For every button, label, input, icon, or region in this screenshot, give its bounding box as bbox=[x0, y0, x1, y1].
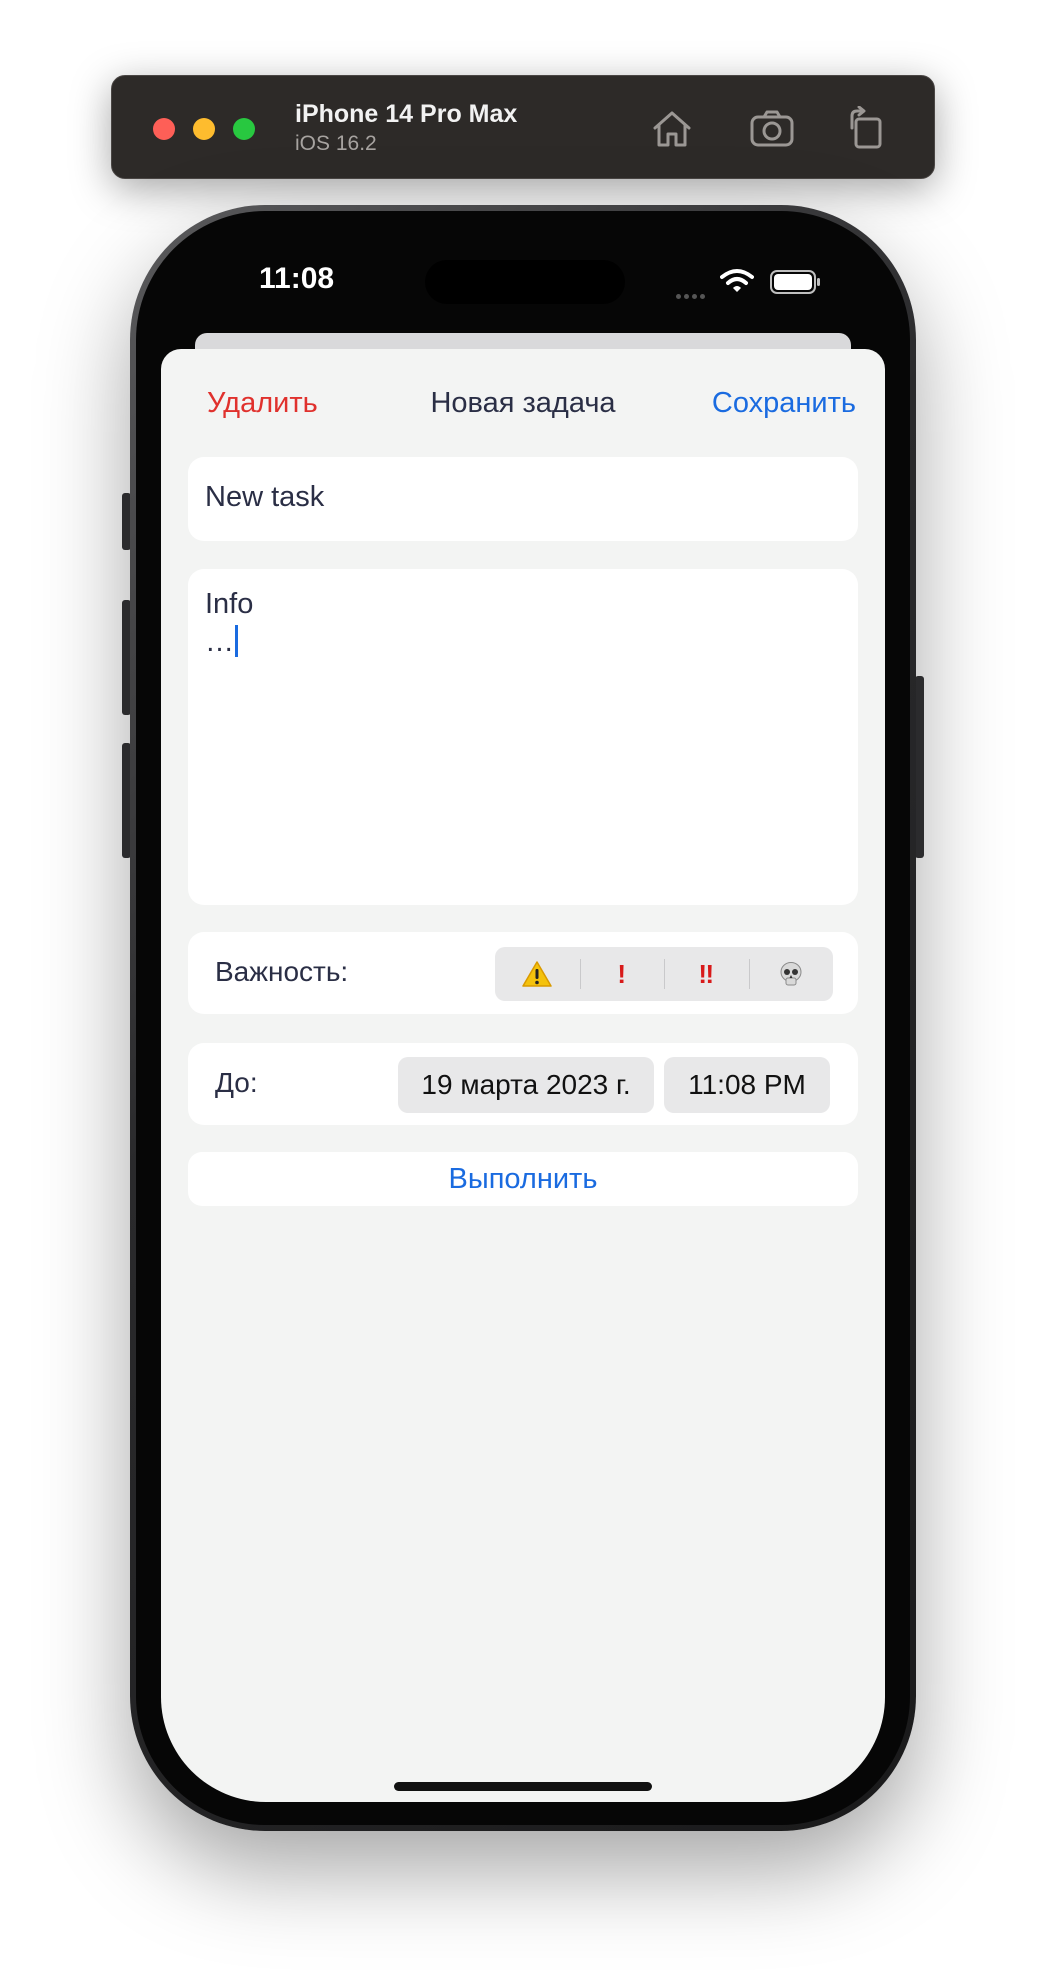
device-name: iPhone 14 Pro Max bbox=[295, 100, 518, 128]
priority-label: Важность: bbox=[215, 956, 349, 987]
priority-segmented-control[interactable]: ! ‼ bbox=[495, 947, 833, 1001]
wifi-icon bbox=[720, 269, 754, 292]
priority-option-warning[interactable] bbox=[495, 947, 580, 1001]
power-button[interactable] bbox=[915, 676, 924, 858]
screenshot-icon[interactable] bbox=[749, 106, 795, 152]
text-cursor bbox=[235, 625, 238, 657]
task-info-text: Info … bbox=[205, 588, 254, 658]
exclamation-icon: ! bbox=[617, 958, 627, 989]
status-time: 11:08 bbox=[259, 262, 335, 295]
rotate-icon[interactable] bbox=[843, 106, 889, 152]
battery-icon bbox=[770, 270, 820, 294]
warning-icon bbox=[522, 960, 552, 987]
priority-option-critical[interactable] bbox=[748, 947, 834, 1001]
close-window-button[interactable] bbox=[153, 118, 175, 140]
save-button[interactable]: Сохранить bbox=[712, 387, 856, 420]
task-title-field[interactable]: New task bbox=[188, 457, 858, 541]
home-indicator[interactable] bbox=[394, 1782, 652, 1791]
simulator-toolbar: iPhone 14 Pro Max iOS 16.2 bbox=[111, 75, 935, 179]
zoom-window-button[interactable] bbox=[233, 118, 255, 140]
due-time-picker[interactable]: 11:08 PM bbox=[664, 1057, 830, 1113]
os-version: iOS 16.2 bbox=[295, 132, 377, 155]
priority-row: Важность: ! ‼ bbox=[188, 932, 858, 1014]
task-title-input[interactable]: New task bbox=[205, 481, 324, 514]
due-label: До: bbox=[215, 1067, 258, 1098]
home-icon[interactable] bbox=[649, 106, 695, 152]
task-info-textarea[interactable]: Info … bbox=[205, 585, 253, 661]
task-sheet: Удалить Новая задача Сохранить New task … bbox=[161, 349, 885, 1802]
due-date-row: До: 19 марта 2023 г. 11:08 PM bbox=[188, 1043, 858, 1125]
double-exclamation-icon: ‼ bbox=[698, 958, 715, 989]
skull-icon bbox=[780, 962, 802, 986]
priority-option-very-high[interactable]: ‼ bbox=[664, 947, 749, 1001]
task-info-field[interactable]: Info … bbox=[188, 569, 858, 905]
complete-button[interactable]: Выполнить bbox=[188, 1152, 858, 1206]
cellular-icon bbox=[676, 286, 708, 304]
priority-option-high[interactable]: ! bbox=[579, 947, 665, 1001]
minimize-window-button[interactable] bbox=[193, 118, 215, 140]
dynamic-island bbox=[425, 260, 625, 304]
due-date-picker[interactable]: 19 марта 2023 г. bbox=[398, 1057, 654, 1113]
